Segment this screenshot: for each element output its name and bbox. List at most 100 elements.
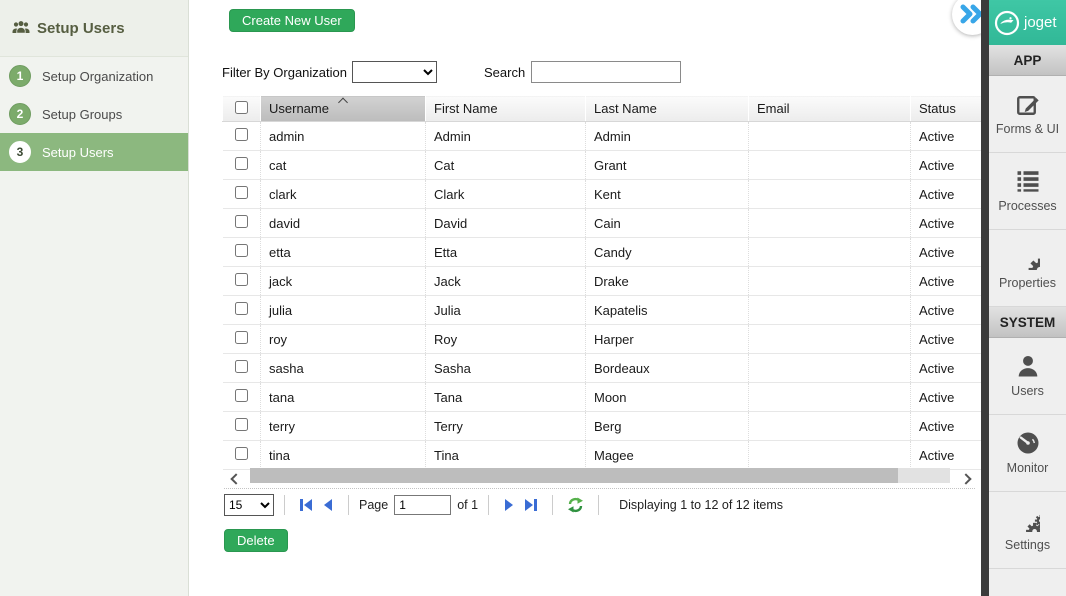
select-all-checkbox[interactable] [235, 101, 248, 114]
table-row[interactable]: jack Jack Drake Active [223, 267, 983, 296]
column-header-last-name[interactable]: Last Name [586, 96, 749, 122]
last-page-button[interactable] [519, 496, 542, 514]
first-page-button[interactable] [295, 496, 318, 514]
delete-button[interactable]: Delete [224, 529, 288, 552]
cell-status: Active [911, 441, 983, 470]
column-header-username[interactable]: Username [261, 96, 426, 122]
cell-username: julia [261, 296, 426, 325]
cell-username: jack [261, 267, 426, 296]
table-header-row: Username First Name Last Name Email Stat… [223, 96, 983, 122]
row-checkbox[interactable] [235, 418, 248, 431]
cell-email [749, 383, 911, 412]
create-new-user-button[interactable]: Create New User [229, 9, 355, 32]
row-checkbox[interactable] [235, 128, 248, 141]
page-number-input[interactable] [394, 495, 451, 515]
scroll-right-icon[interactable] [962, 470, 970, 488]
column-header-status[interactable]: Status [911, 96, 983, 122]
table-row[interactable]: tina Tina Magee Active [223, 441, 983, 470]
cell-username: david [261, 209, 426, 238]
row-checkbox[interactable] [235, 389, 248, 402]
page-size-select[interactable]: 15 [224, 494, 274, 516]
previous-page-button[interactable] [318, 496, 338, 514]
users-group-icon [12, 20, 30, 36]
nav-item-label: Monitor [1007, 461, 1049, 475]
cell-status: Active [911, 267, 983, 296]
table-row[interactable]: clark Clark Kent Active [223, 180, 983, 209]
row-checkbox[interactable] [235, 302, 248, 315]
row-checkbox[interactable] [235, 331, 248, 344]
cell-status: Active [911, 354, 983, 383]
cell-first-name: David [426, 209, 586, 238]
nav-item-settings[interactable]: Settings [989, 492, 1066, 569]
row-checkbox[interactable] [235, 360, 248, 373]
cell-last-name: Harper [586, 325, 749, 354]
row-checkbox-cell [223, 441, 261, 470]
separator [552, 495, 553, 515]
step-setup-users[interactable]: 3 Setup Users [0, 133, 188, 171]
row-checkbox[interactable] [235, 244, 248, 257]
row-checkbox-cell [223, 267, 261, 296]
refresh-button[interactable] [563, 495, 588, 515]
column-header-first-name[interactable]: First Name [426, 96, 586, 122]
row-checkbox[interactable] [235, 447, 248, 460]
step-setup-organization[interactable]: 1 Setup Organization [0, 57, 188, 95]
table-row[interactable]: terry Terry Berg Active [223, 412, 983, 441]
nav-item-monitor[interactable]: Monitor [989, 415, 1066, 492]
row-checkbox-cell [223, 209, 261, 238]
table-row[interactable]: julia Julia Kapatelis Active [223, 296, 983, 325]
row-checkbox-cell [223, 325, 261, 354]
table-row[interactable]: tana Tana Moon Active [223, 383, 983, 412]
step-label: Setup Organization [42, 69, 153, 84]
row-checkbox-cell [223, 180, 261, 209]
table-row[interactable]: admin Admin Admin Active [223, 122, 983, 151]
row-checkbox[interactable] [235, 215, 248, 228]
search-input[interactable] [531, 61, 681, 83]
table-row[interactable]: etta Etta Candy Active [223, 238, 983, 267]
cell-first-name: Tina [426, 441, 586, 470]
table-row[interactable]: sasha Sasha Bordeaux Active [223, 354, 983, 383]
setup-users-page: Setup Users 1 Setup Organization 2 Setup… [0, 0, 1066, 596]
last-page-icon [523, 498, 538, 512]
select-all-header-cell [223, 96, 261, 122]
row-checkbox-cell [223, 296, 261, 325]
cell-last-name: Drake [586, 267, 749, 296]
scroll-left-icon[interactable] [232, 470, 240, 488]
gear-icon [1016, 246, 1040, 270]
step-number: 1 [9, 65, 31, 87]
nav-item-properties[interactable]: Properties [989, 230, 1066, 307]
cell-status: Active [911, 412, 983, 441]
table-row[interactable]: david David Cain Active [223, 209, 983, 238]
nav-item-processes[interactable]: Processes [989, 153, 1066, 230]
list-icon [1016, 169, 1040, 193]
row-checkbox[interactable] [235, 157, 248, 170]
row-checkbox[interactable] [235, 186, 248, 199]
cell-first-name: Clark [426, 180, 586, 209]
sort-ascending-icon [338, 98, 348, 108]
scrollbar-track[interactable] [250, 468, 950, 483]
scrollbar-thumb[interactable] [250, 468, 898, 483]
nav-item-label: Forms & UI [996, 122, 1059, 136]
nav-item-label: Properties [999, 276, 1056, 290]
organization-select[interactable] [352, 61, 437, 83]
nav-item-users[interactable]: Users [989, 338, 1066, 415]
cell-first-name: Admin [426, 122, 586, 151]
cell-username: terry [261, 412, 426, 441]
step-setup-groups[interactable]: 2 Setup Groups [0, 95, 188, 133]
users-table: Username First Name Last Name Email Stat… [222, 95, 983, 470]
next-page-button[interactable] [499, 496, 519, 514]
cell-status: Active [911, 383, 983, 412]
cell-first-name: Tana [426, 383, 586, 412]
column-header-email[interactable]: Email [749, 96, 911, 122]
filter-bar: Filter By Organization Search [222, 61, 681, 83]
row-checkbox[interactable] [235, 273, 248, 286]
pagination-bar: 15 Page of 1 [224, 488, 975, 516]
user-icon [1016, 354, 1040, 378]
cell-first-name: Roy [426, 325, 586, 354]
nav-item-forms-ui[interactable]: Forms & UI [989, 76, 1066, 153]
cell-email [749, 122, 911, 151]
cell-email [749, 238, 911, 267]
wizard-sidebar: Setup Users 1 Setup Organization 2 Setup… [0, 0, 189, 596]
table-row[interactable]: cat Cat Grant Active [223, 151, 983, 180]
admin-nav-panel: joget APP Forms & UI Processes [989, 0, 1066, 596]
table-row[interactable]: roy Roy Harper Active [223, 325, 983, 354]
